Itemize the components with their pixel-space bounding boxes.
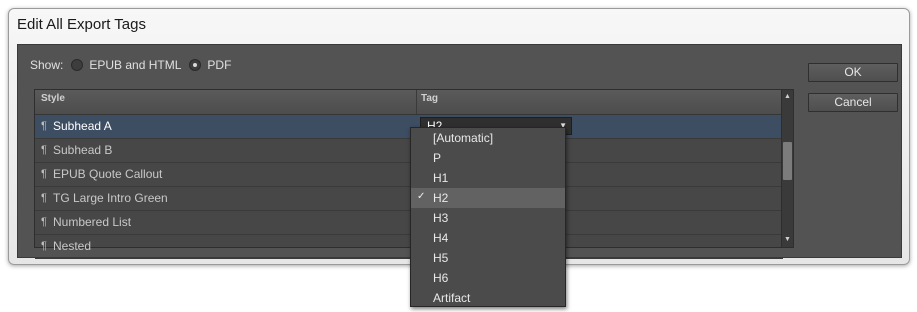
dropdown-option-h6[interactable]: H6 bbox=[411, 268, 565, 288]
tag-dropdown-menu: [Automatic] P H1 ✓ H2 H3 H4 H5 H6 Artifa… bbox=[410, 127, 566, 307]
dropdown-option-label: [Automatic] bbox=[433, 131, 494, 145]
row-style-name: Numbered List bbox=[53, 215, 132, 229]
table-row[interactable]: ¶ TG Large Intro Green bbox=[35, 187, 783, 211]
scroll-down-icon[interactable]: ▼ bbox=[783, 235, 792, 245]
cancel-button[interactable]: Cancel bbox=[808, 93, 898, 112]
paragraph-style-icon: ¶ bbox=[41, 144, 47, 156]
dropdown-option-automatic[interactable]: [Automatic] bbox=[411, 128, 565, 148]
dropdown-option-h1[interactable]: H1 bbox=[411, 168, 565, 188]
dropdown-option-p[interactable]: P bbox=[411, 148, 565, 168]
scrollbar-thumb[interactable] bbox=[783, 142, 792, 180]
paragraph-style-icon: ¶ bbox=[41, 168, 47, 180]
dropdown-option-label: H5 bbox=[433, 251, 449, 265]
dropdown-option-h2[interactable]: ✓ H2 bbox=[411, 188, 565, 208]
radio-pdf-dot[interactable] bbox=[189, 59, 202, 71]
header-divider bbox=[416, 90, 417, 114]
table-row[interactable]: ¶ EPUB Quote Callout bbox=[35, 163, 783, 187]
ok-button[interactable]: OK bbox=[808, 63, 898, 82]
table-header: Style Tag bbox=[35, 90, 783, 115]
paragraph-style-icon: ¶ bbox=[41, 216, 47, 228]
dropdown-option-label: H3 bbox=[433, 211, 449, 225]
dropdown-option-h5[interactable]: H5 bbox=[411, 248, 565, 268]
dropdown-option-h3[interactable]: H3 bbox=[411, 208, 565, 228]
dropdown-option-h4[interactable]: H4 bbox=[411, 228, 565, 248]
radio-pdf[interactable]: PDF bbox=[189, 58, 231, 72]
paragraph-style-icon: ¶ bbox=[41, 120, 47, 132]
paragraph-style-icon: ¶ bbox=[41, 240, 47, 252]
dropdown-option-artifact[interactable]: Artifact bbox=[411, 288, 565, 308]
row-style-name: EPUB Quote Callout bbox=[53, 167, 163, 181]
paragraph-style-icon: ¶ bbox=[41, 192, 47, 204]
dropdown-option-label: H2 bbox=[433, 191, 449, 205]
table-row[interactable]: ¶ Nested bbox=[35, 235, 783, 259]
dropdown-option-label: H4 bbox=[433, 231, 449, 245]
dropdown-option-label: P bbox=[433, 151, 442, 165]
table-row[interactable]: ¶ Subhead B bbox=[35, 139, 783, 163]
table-scrollbar[interactable]: ▲ ▼ bbox=[781, 90, 793, 247]
row-style-name: Subhead A bbox=[53, 119, 112, 133]
radio-epub-html-dot[interactable] bbox=[71, 59, 84, 71]
dropdown-option-label: Artifact bbox=[433, 291, 471, 305]
show-filter: Show: EPUB and HTML PDF bbox=[30, 58, 231, 72]
dialog-title: Edit All Export Tags bbox=[17, 16, 146, 33]
table-rows: ¶ Subhead A H2 ▼ ¶ Subhead B ¶ EPUB Quot… bbox=[35, 115, 783, 259]
header-tag[interactable]: Tag bbox=[421, 93, 438, 104]
show-label: Show: bbox=[30, 58, 64, 72]
row-style-name: Nested bbox=[53, 239, 92, 253]
dropdown-option-label: H1 bbox=[433, 171, 449, 185]
scroll-up-icon[interactable]: ▲ bbox=[783, 92, 792, 102]
radio-pdf-label: PDF bbox=[207, 58, 232, 72]
radio-epub-html-label: EPUB and HTML bbox=[89, 58, 182, 72]
row-style-name: TG Large Intro Green bbox=[53, 191, 168, 205]
radio-epub-html[interactable]: EPUB and HTML bbox=[71, 58, 181, 72]
table-row[interactable]: ¶ Numbered List bbox=[35, 211, 783, 235]
checkmark-icon: ✓ bbox=[417, 191, 426, 202]
header-style[interactable]: Style bbox=[41, 93, 65, 104]
table-row[interactable]: ¶ Subhead A H2 ▼ bbox=[35, 115, 783, 139]
dropdown-option-label: H6 bbox=[433, 271, 449, 285]
row-style-name: Subhead B bbox=[53, 143, 113, 157]
